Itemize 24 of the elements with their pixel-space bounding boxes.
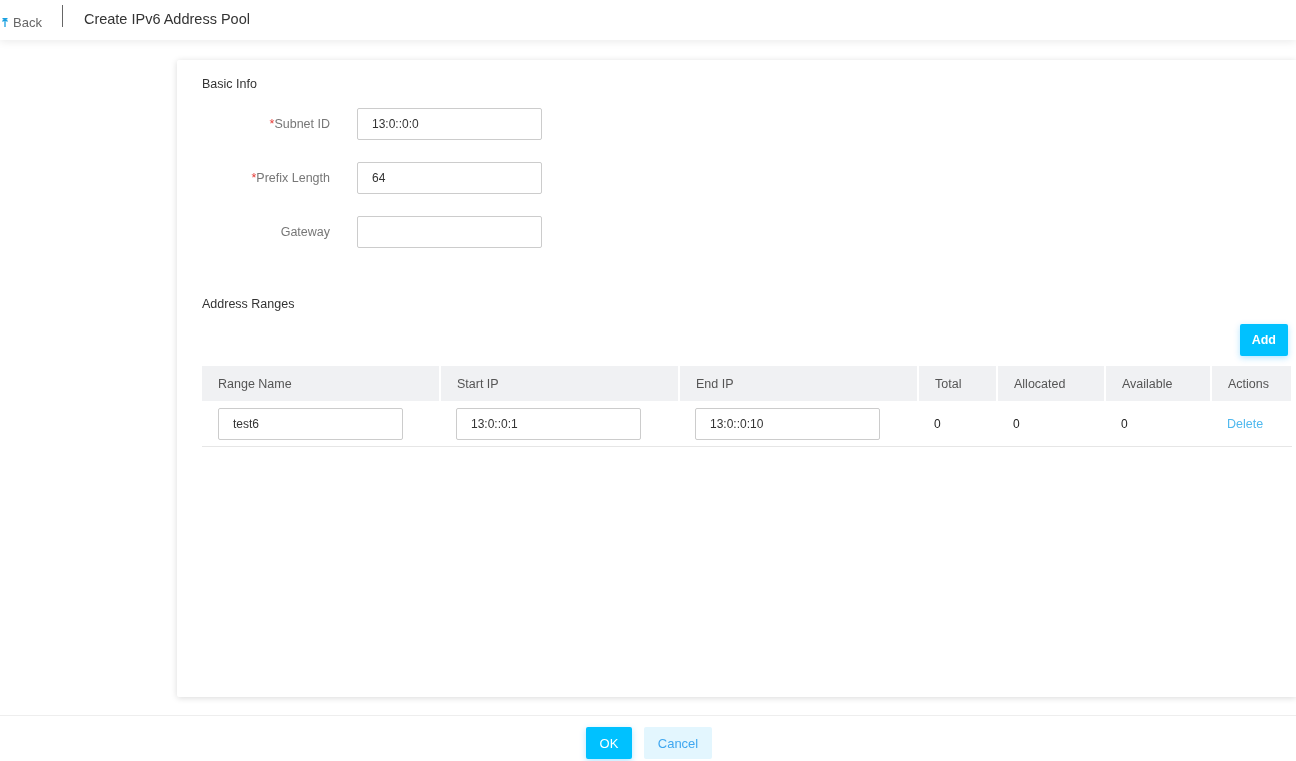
table-cell: 0 (934, 416, 941, 431)
column-header: Actions (1211, 366, 1292, 401)
input-field[interactable]: 13:0::0:1 (456, 407, 641, 440)
input-field[interactable] (357, 216, 542, 248)
input-field[interactable]: 13:0::0:0 (357, 108, 542, 140)
column-header: Range Name (202, 366, 440, 401)
page-title: Create IPv6 Address Pool (83, 11, 250, 27)
back-link[interactable]: Back (0, 14, 42, 30)
column-header: Total (918, 366, 997, 401)
field-label: *Subnet ID (268, 117, 330, 131)
field-label: Gateway (279, 225, 330, 239)
up-arrow-icon (2, 17, 8, 27)
field-label: *Prefix Length (250, 171, 330, 185)
input-field[interactable]: 64 (357, 162, 542, 194)
table-cell: 0 (1121, 416, 1128, 431)
column-header: Available (1105, 366, 1211, 401)
section-title: Address Ranges (202, 297, 296, 313)
section-title: Basic Info (202, 77, 258, 93)
column-header: Start IP (440, 366, 679, 401)
input-field[interactable]: test6 (218, 407, 403, 440)
column-header: Allocated (997, 366, 1105, 401)
column-header: End IP (679, 366, 918, 401)
input-field[interactable]: 13:0::0:10 (695, 407, 880, 440)
table-cell: 0 (1013, 416, 1020, 431)
